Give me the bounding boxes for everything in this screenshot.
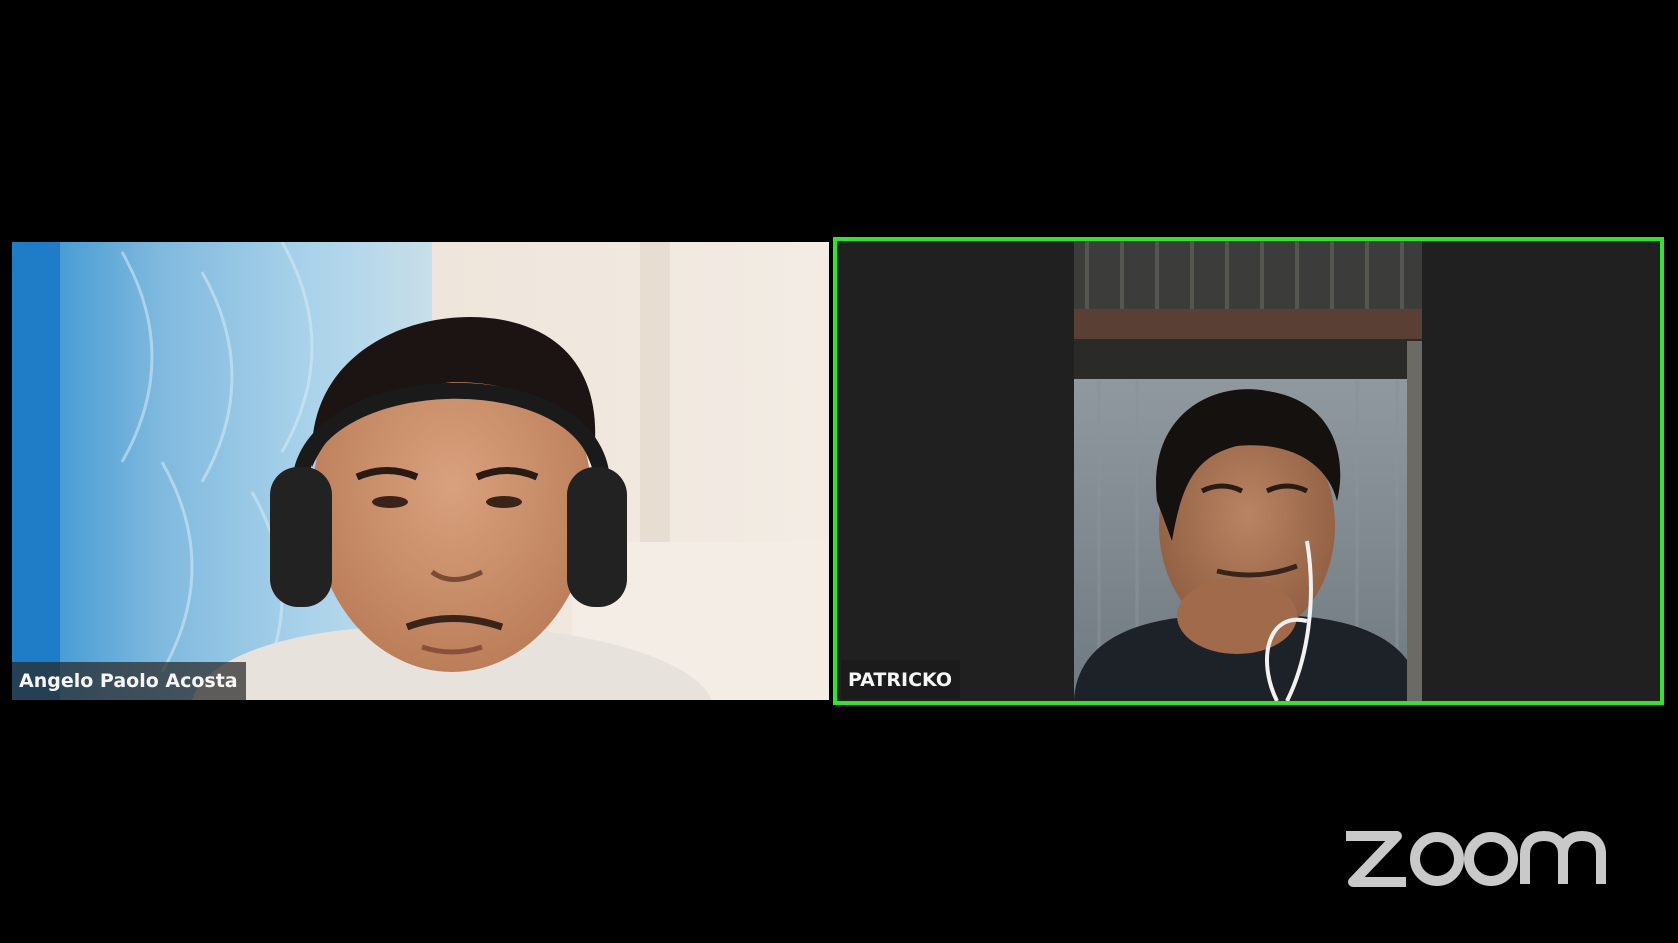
participant-name-label: Angelo Paolo Acosta (12, 662, 246, 700)
participant-video-feed (12, 242, 829, 700)
participant-tile-angelo[interactable]: Angelo Paolo Acosta (12, 242, 829, 700)
zoom-meeting-gallery-view: Angelo Paolo Acosta PATRICKO (0, 0, 1678, 943)
participant-tile-patricko[interactable]: PATRICKO (833, 237, 1664, 705)
participant-name-label: PATRICKO (841, 660, 961, 699)
participant-video-feed (837, 241, 1660, 701)
zoom-logo (1346, 831, 1606, 887)
